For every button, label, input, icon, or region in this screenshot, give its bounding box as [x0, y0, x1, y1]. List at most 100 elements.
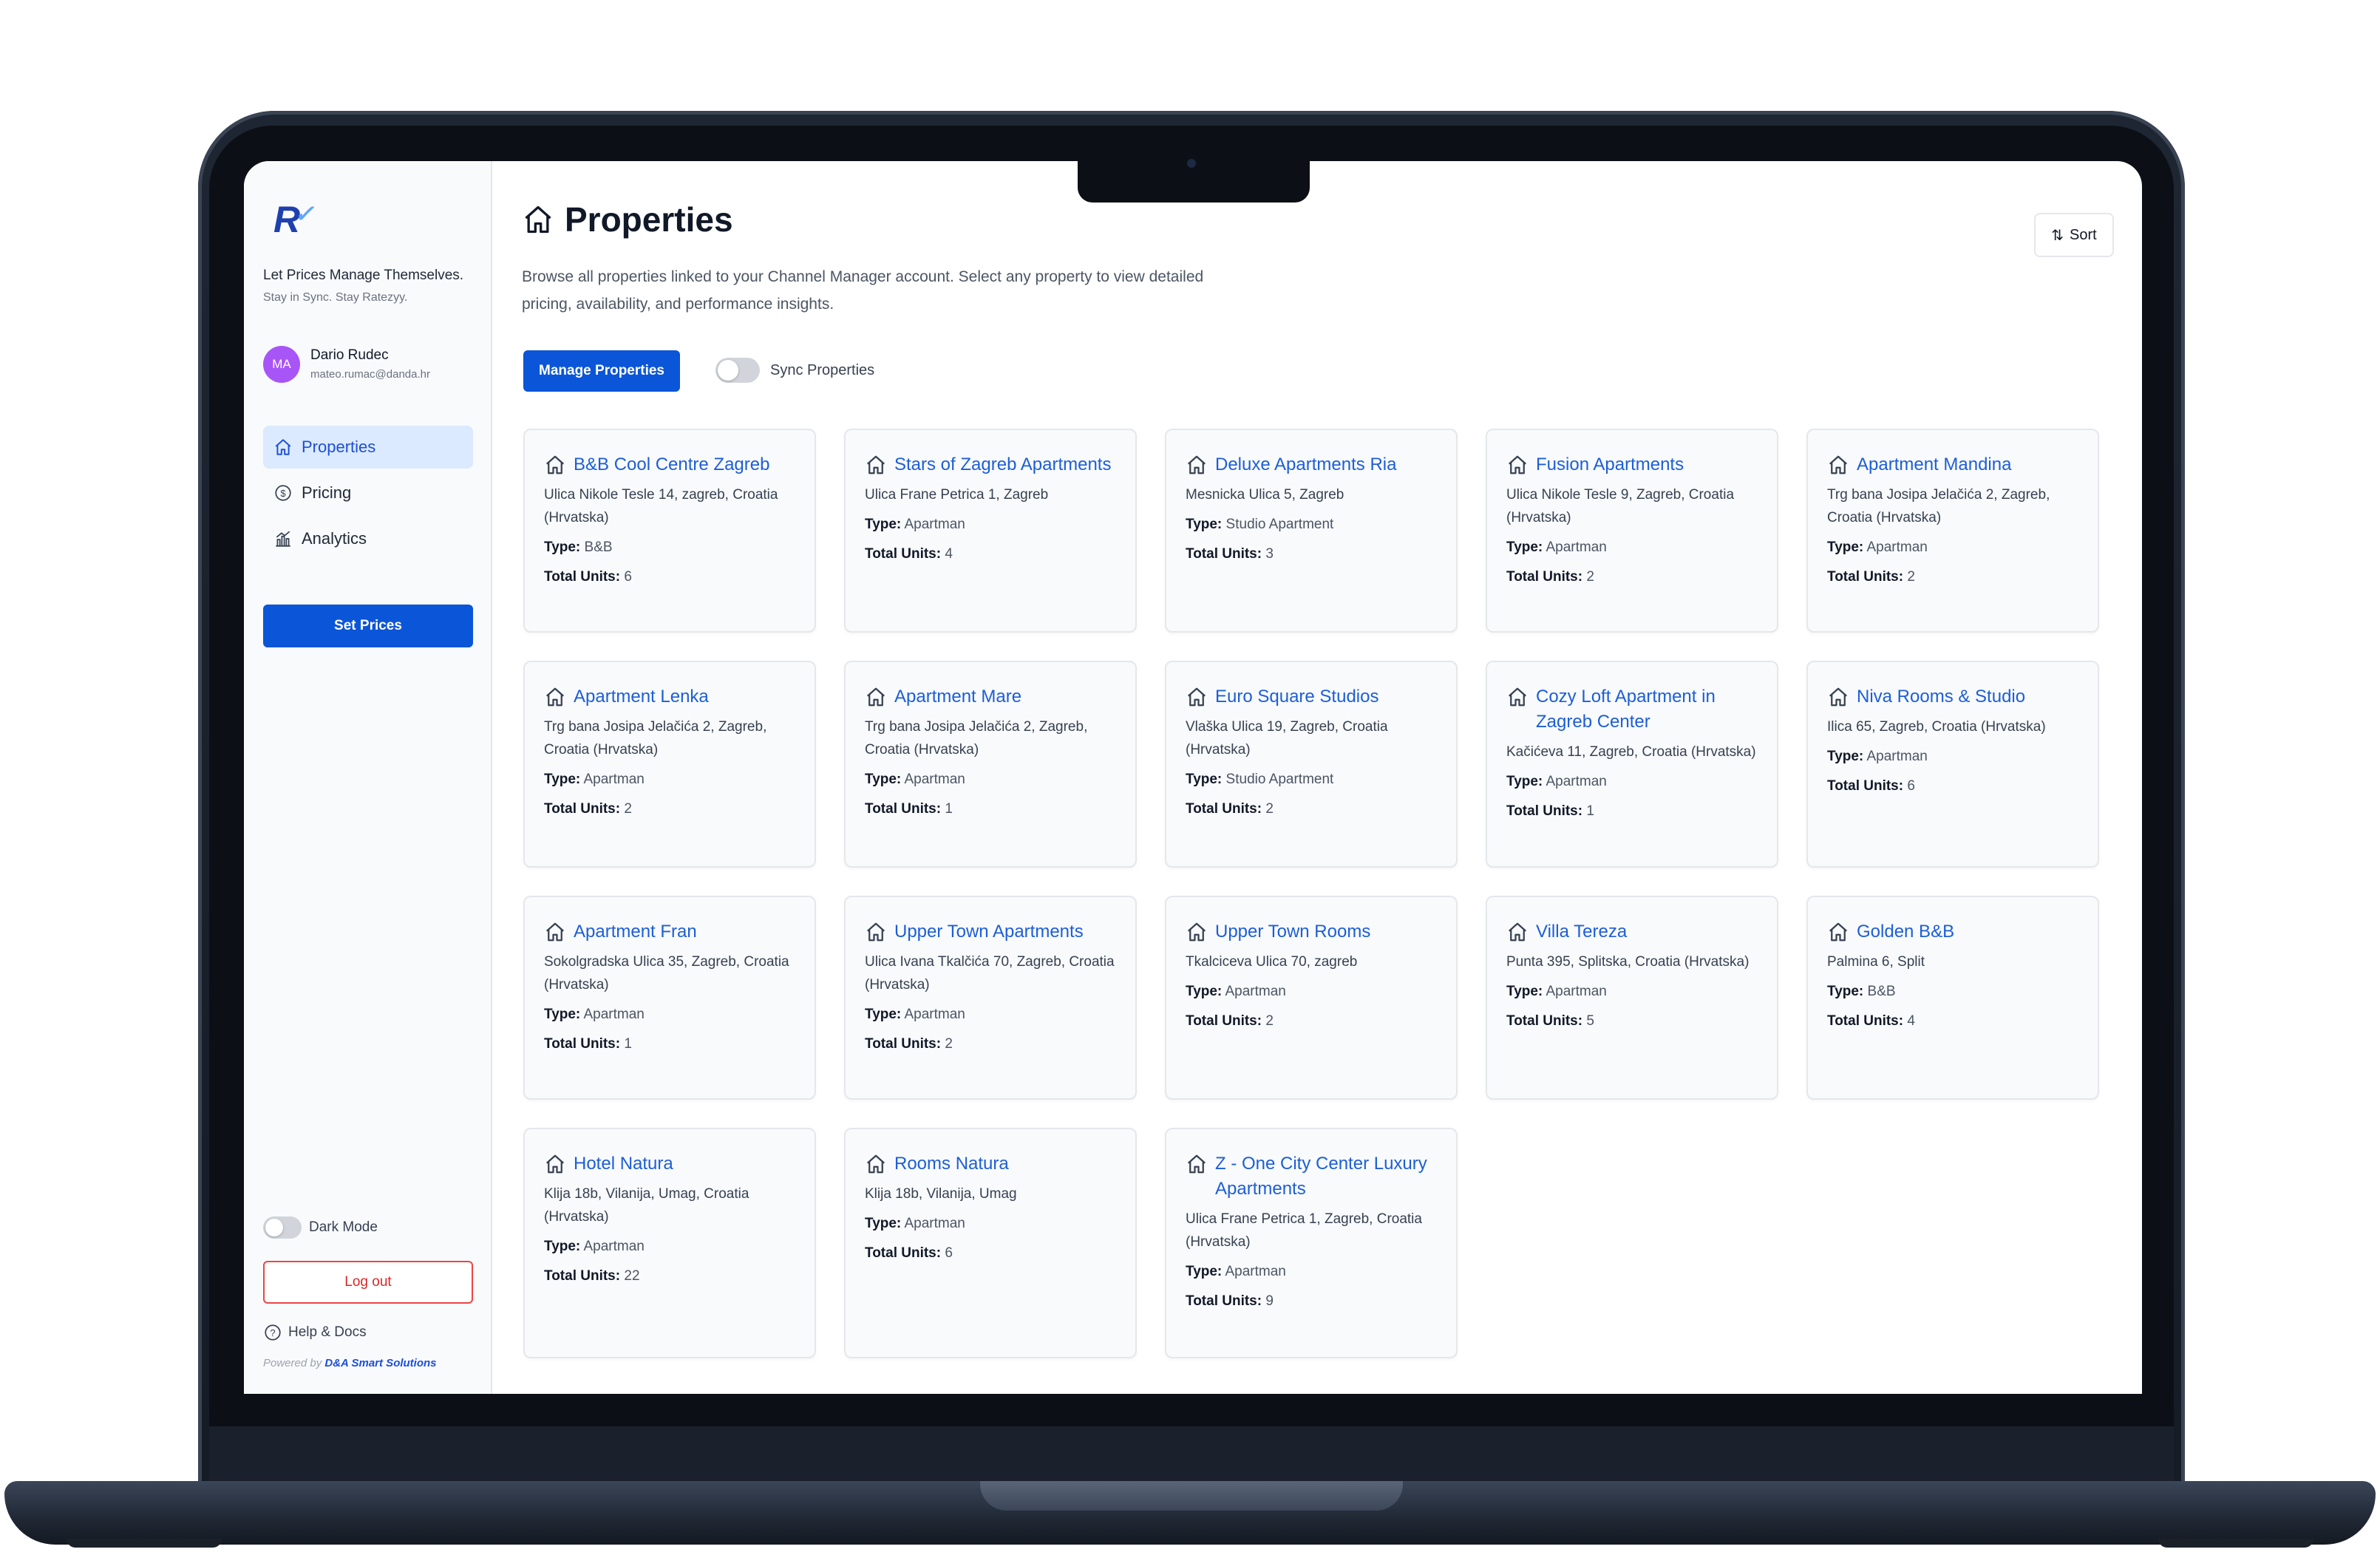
property-title-row: Apartment Fran	[544, 919, 795, 945]
property-name[interactable]: Fusion Apartments	[1536, 452, 1684, 477]
property-card[interactable]: Cozy Loft Apartment in Zagreb Center Kač…	[1486, 661, 1778, 868]
sort-button[interactable]: ⇅ Sort	[2034, 213, 2114, 257]
property-address: Ulica Frane Petrica 1, Zagreb	[865, 487, 1049, 503]
property-address: Trg bana Josipa Jelačića 2, Zagreb, Croa…	[544, 719, 767, 758]
property-card[interactable]: Apartment Lenka Trg bana Josipa Jelačića…	[523, 661, 816, 868]
sidebar-item-label: Analytics	[302, 529, 367, 548]
svg-text:$: $	[280, 488, 286, 499]
help-docs-link[interactable]: ? Help & Docs	[263, 1323, 367, 1342]
type-label: Type:	[865, 1216, 902, 1231]
units-value: 3	[1265, 546, 1274, 562]
units-label: Total Units:	[1186, 1013, 1262, 1029]
property-name[interactable]: Cozy Loft Apartment in Zagreb Center	[1536, 684, 1758, 735]
manage-properties-button[interactable]: Manage Properties	[523, 350, 680, 392]
type-value: Studio Apartment	[1225, 517, 1334, 532]
home-icon	[546, 687, 564, 707]
property-card[interactable]: Deluxe Apartments Ria Mesnicka Ulica 5, …	[1165, 429, 1458, 633]
property-name[interactable]: Villa Tereza	[1536, 919, 1627, 945]
user-profile[interactable]: MA Dario Rudec mateo.rumac@danda.hr	[263, 346, 477, 387]
property-card[interactable]: Fusion Apartments Ulica Nikole Tesle 9, …	[1486, 429, 1778, 633]
property-name[interactable]: Deluxe Apartments Ria	[1215, 452, 1396, 477]
home-icon	[1509, 922, 1526, 942]
property-card[interactable]: Stars of Zagreb Apartments Ulica Frane P…	[844, 429, 1137, 633]
units-label: Total Units:	[1186, 801, 1262, 817]
units-label: Total Units:	[1827, 1013, 1904, 1029]
property-type: Type: B&B	[544, 537, 795, 559]
property-card[interactable]: Z - One City Center Luxury Apartments Ul…	[1165, 1128, 1458, 1358]
type-value: Apartman	[1866, 540, 1928, 555]
home-icon	[867, 922, 885, 942]
property-name[interactable]: Apartment Mandina	[1857, 452, 2011, 477]
property-name[interactable]: Rooms Natura	[894, 1151, 1009, 1177]
property-card[interactable]: Euro Square Studios Vlaška Ulica 19, Zag…	[1165, 661, 1458, 868]
sidebar-item-analytics[interactable]: Analytics	[263, 517, 473, 560]
property-card[interactable]: Apartment Mandina Trg bana Josipa Jelači…	[1806, 429, 2099, 633]
property-card[interactable]: Golden B&B Palmina 6, Split Type: B&B To…	[1806, 896, 2099, 1100]
app-logo[interactable]: R✓	[273, 198, 314, 241]
sync-properties-toggle[interactable]	[715, 358, 760, 383]
property-name[interactable]: Apartment Mare	[894, 684, 1021, 709]
user-name: Dario Rudec	[310, 347, 389, 363]
property-name[interactable]: Apartment Fran	[574, 919, 697, 945]
property-name[interactable]: Golden B&B	[1857, 919, 1954, 945]
sidebar-item-properties[interactable]: Properties	[263, 426, 473, 469]
camera-notch	[1078, 161, 1310, 202]
property-title-row: Upper Town Apartments	[865, 919, 1116, 945]
dark-mode-toggle[interactable]	[263, 1216, 302, 1239]
property-title-row: Rooms Natura	[865, 1151, 1116, 1177]
sidebar-item-pricing[interactable]: $ Pricing	[263, 472, 473, 514]
type-label: Type:	[865, 1007, 902, 1022]
property-title-row: Hotel Natura	[544, 1151, 795, 1177]
units-value: 1	[1586, 803, 1594, 819]
units-value: 2	[1586, 569, 1594, 585]
type-value: Apartman	[583, 1239, 645, 1254]
property-title-row: Golden B&B	[1827, 919, 2078, 945]
type-value: B&B	[1867, 984, 1896, 999]
property-card[interactable]: B&B Cool Centre Zagreb Ulica Nikole Tesl…	[523, 429, 816, 633]
units-label: Total Units:	[1827, 569, 1904, 585]
company-link[interactable]: D&A Smart Solutions	[324, 1357, 436, 1369]
chart-icon	[276, 531, 290, 547]
type-value: Apartman	[904, 1216, 965, 1231]
type-label: Type:	[544, 772, 581, 787]
home-icon	[1829, 455, 1847, 474]
property-address: Mesnicka Ulica 5, Zagreb	[1186, 487, 1344, 503]
property-title-row: B&B Cool Centre Zagreb	[544, 452, 795, 477]
property-title-row: Apartment Mandina	[1827, 452, 2078, 477]
units-value: 2	[945, 1036, 953, 1052]
units-label: Total Units:	[1506, 803, 1583, 819]
property-name[interactable]: Stars of Zagreb Apartments	[894, 452, 1111, 477]
property-name[interactable]: Z - One City Center Luxury Apartments	[1215, 1151, 1437, 1202]
property-name[interactable]: B&B Cool Centre Zagreb	[574, 452, 769, 477]
property-name[interactable]: Upper Town Apartments	[894, 919, 1084, 945]
sort-icon: ⇅	[2051, 227, 2064, 244]
property-title-row: Cozy Loft Apartment in Zagreb Center	[1506, 684, 1758, 735]
home-icon	[1188, 922, 1206, 942]
property-card[interactable]: Upper Town Rooms Tkalciceva Ulica 70, za…	[1165, 896, 1458, 1100]
property-card[interactable]: Apartment Mare Trg bana Josipa Jelačića …	[844, 661, 1137, 868]
property-address: Ulica Nikole Tesle 14, zagreb, Croatia (…	[544, 487, 778, 525]
property-name[interactable]: Hotel Natura	[574, 1151, 673, 1177]
tagline: Let Prices Manage Themselves.	[263, 268, 464, 283]
units-label: Total Units:	[544, 1268, 621, 1284]
type-value: Apartman	[583, 1007, 645, 1022]
logout-button[interactable]: Log out	[263, 1261, 473, 1304]
property-title-row: Z - One City Center Luxury Apartments	[1186, 1151, 1437, 1202]
home-icon	[546, 1154, 564, 1174]
property-card[interactable]: Upper Town Apartments Ulica Ivana Tkalči…	[844, 896, 1137, 1100]
property-card[interactable]: Villa Tereza Punta 395, Splitska, Croati…	[1486, 896, 1778, 1100]
property-name[interactable]: Apartment Lenka	[574, 684, 709, 709]
property-card[interactable]: Rooms Natura Klija 18b, Vilanija, Umag T…	[844, 1128, 1137, 1358]
help-docs-label: Help & Docs	[288, 1324, 367, 1340]
property-name[interactable]: Niva Rooms & Studio	[1857, 684, 2025, 709]
property-card[interactable]: Apartment Fran Sokolgradska Ulica 35, Za…	[523, 896, 816, 1100]
sync-properties-label: Sync Properties	[770, 361, 875, 378]
set-prices-button[interactable]: Set Prices	[263, 605, 473, 647]
property-card[interactable]: Hotel Natura Klija 18b, Vilanija, Umag, …	[523, 1128, 816, 1358]
laptop-foot	[67, 1539, 222, 1548]
property-name[interactable]: Euro Square Studios	[1215, 684, 1378, 709]
property-address: Trg bana Josipa Jelačića 2, Zagreb, Croa…	[1827, 487, 2050, 525]
laptop-hinge	[209, 1426, 2174, 1481]
property-name[interactable]: Upper Town Rooms	[1215, 919, 1370, 945]
property-card[interactable]: Niva Rooms & Studio Ilica 65, Zagreb, Cr…	[1806, 661, 2099, 868]
